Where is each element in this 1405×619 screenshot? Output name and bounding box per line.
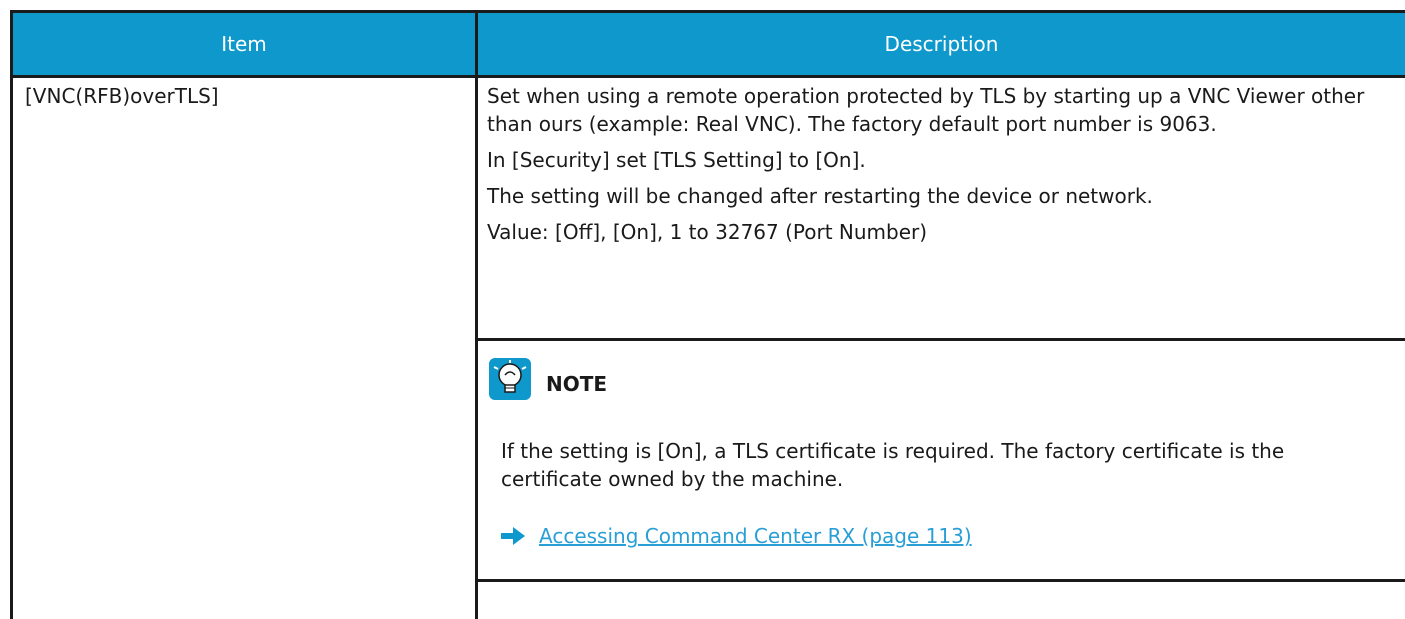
table-header: Item Description <box>13 13 1405 75</box>
note-title: NOTE <box>546 372 608 396</box>
note-text: If the setting is [On], a TLS certificat… <box>501 439 1285 491</box>
description-paragraph: The setting will be changed after restar… <box>487 184 1153 208</box>
note-bottom-rule <box>475 579 1405 582</box>
lightbulb-note-icon <box>489 358 531 400</box>
command-center-link[interactable]: Accessing Command Center RX (page 113) <box>539 522 972 550</box>
header-rule <box>13 75 1405 78</box>
description-paragraph: Value: [Off], [On], 1 to 32767 (Port Num… <box>487 220 928 244</box>
reference-link-row[interactable]: Accessing Command Center RX (page 113) <box>501 522 972 550</box>
description-paragraph: Set when using a remote operation protec… <box>487 84 1365 136</box>
column-divider <box>475 78 478 619</box>
header-description: Description <box>884 32 999 56</box>
header-item: Item <box>221 32 267 56</box>
description-paragraph: In [Security] set [TLS Setting] to [On]. <box>487 148 866 172</box>
description-cell: Set when using a remote operation protec… <box>487 82 1382 254</box>
item-name: [VNC(RFB)overTLS] <box>25 84 219 108</box>
arrow-right-icon <box>501 527 525 545</box>
note-top-rule <box>475 338 1405 341</box>
